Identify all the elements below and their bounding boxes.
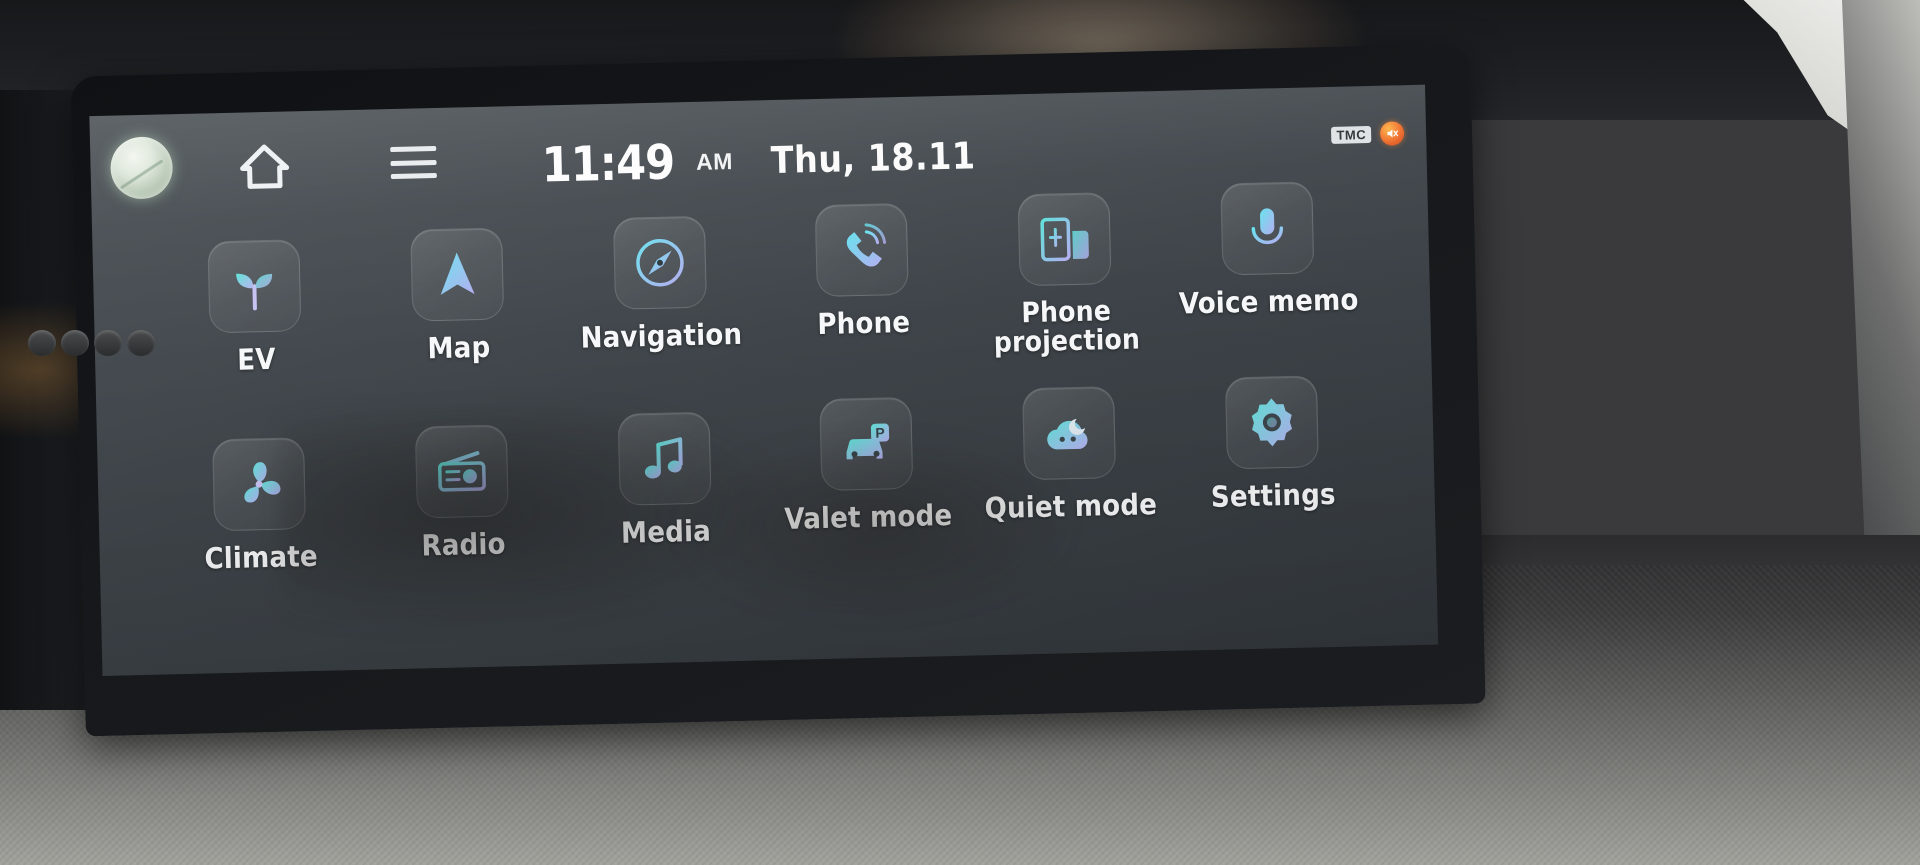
app-label: Quiet mode <box>984 487 1158 526</box>
app-label: Climate <box>204 538 319 576</box>
muted-speaker-icon[interactable] <box>1379 121 1405 146</box>
navigation-arrow-icon <box>410 227 505 322</box>
app-label: Radio <box>421 526 507 563</box>
phone-projection-icon <box>1017 192 1112 287</box>
gear-icon <box>1224 375 1319 470</box>
app-map[interactable]: Map <box>355 226 561 393</box>
cloud-moon-icon <box>1022 386 1117 481</box>
fan-icon <box>212 437 307 532</box>
app-label: EV <box>236 341 277 377</box>
app-ev[interactable]: EV <box>152 238 358 405</box>
microphone-icon <box>1219 181 1315 276</box>
app-label: Navigation <box>580 316 743 355</box>
app-phone-projection[interactable]: Phone projection <box>962 191 1168 358</box>
app-label: Media <box>620 513 712 550</box>
app-row-2: Climate Radio Media P Valet mode Quiet m… <box>157 375 1376 576</box>
dashboard-photo: 11:49 AM Thu, 18.11 TMC EV Map Navigatio… <box>0 0 1920 865</box>
app-navigation[interactable]: Navigation <box>557 214 763 381</box>
tmc-badge: TMC <box>1331 125 1372 144</box>
app-media[interactable]: Media <box>562 410 768 550</box>
phone-handset-icon <box>814 202 910 298</box>
app-radio[interactable]: Radio <box>359 423 565 563</box>
status-ampm: AM <box>695 147 734 175</box>
app-voice-memo[interactable]: Voice memo <box>1165 180 1371 347</box>
app-label: Settings <box>1210 476 1337 514</box>
app-climate[interactable]: Climate <box>157 436 363 576</box>
dash-control-dots <box>28 330 155 356</box>
music-note-icon <box>617 411 712 506</box>
app-label: Voice memo <box>1178 282 1359 321</box>
app-label: Phone projection <box>993 294 1141 359</box>
infotainment-screen[interactable]: 11:49 AM Thu, 18.11 TMC EV Map Navigatio… <box>89 84 1439 676</box>
app-phone[interactable]: Phone <box>760 202 966 369</box>
app-quiet-mode[interactable]: Quiet mode <box>967 385 1173 526</box>
svg-text:P: P <box>876 425 886 441</box>
compass-needle-icon <box>612 215 707 310</box>
app-label: Map <box>427 329 491 366</box>
radio-icon <box>414 424 509 519</box>
app-label: Valet mode <box>784 498 953 536</box>
app-grid: EV Map Navigation Phone Phone projection… <box>92 181 1435 576</box>
app-label: Phone <box>816 304 911 342</box>
app-row-1: EV Map Navigation Phone Phone projection… <box>152 181 1371 389</box>
infotainment-bezel: 11:49 AM Thu, 18.11 TMC EV Map Navigatio… <box>70 43 1486 737</box>
status-date: Thu, 18.11 <box>770 133 976 182</box>
valet-car-parking-icon: P <box>819 396 914 492</box>
sprout-icon <box>207 239 302 334</box>
app-valet-mode[interactable]: P Valet mode <box>764 396 970 536</box>
status-right-icons: TMC <box>1331 121 1405 147</box>
app-settings[interactable]: Settings <box>1169 374 1375 514</box>
status-time: 11:49 <box>541 134 675 194</box>
